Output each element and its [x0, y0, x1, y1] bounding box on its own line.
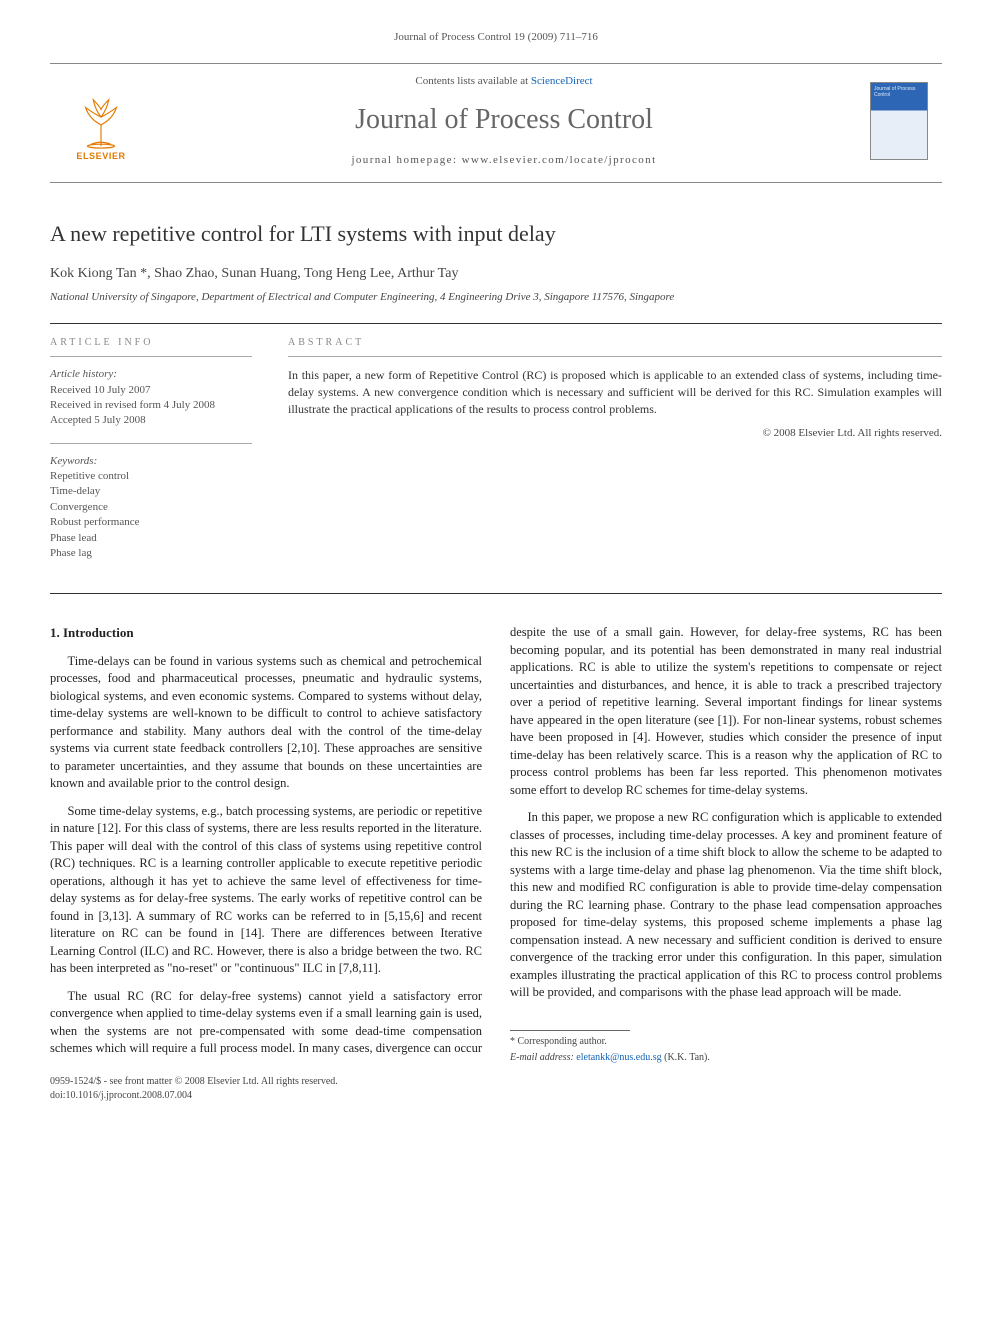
section-heading-introduction: 1. Introduction — [50, 624, 482, 642]
front-matter-line: 0959-1524/$ - see front matter © 2008 El… — [50, 1075, 942, 1089]
email-person: (K.K. Tan). — [664, 1052, 710, 1063]
corresponding-email-link[interactable]: eletankk@nus.edu.sg — [576, 1052, 661, 1063]
publisher-label: ELSEVIER — [76, 150, 125, 163]
body-paragraph: Some time-delay systems, e.g., batch pro… — [50, 803, 482, 978]
journal-cover-thumbnail: Journal of Process Control — [870, 82, 928, 160]
footnote-rule — [510, 1030, 630, 1031]
article-history-block: Article history: Received 10 July 2007 R… — [50, 367, 252, 429]
history-line: Received 10 July 2007 — [50, 383, 252, 398]
doi-line: doi:10.1016/j.jprocont.2008.07.004 — [50, 1089, 942, 1103]
history-line: Received in revised form 4 July 2008 — [50, 398, 252, 413]
article-info-heading: article info — [50, 336, 252, 357]
abstract-column: abstract In this paper, a new form of Re… — [270, 324, 942, 593]
elsevier-logo: ELSEVIER — [64, 80, 138, 162]
abstract-heading: abstract — [288, 336, 942, 357]
contents-prefix: Contents lists available at — [415, 75, 530, 87]
masthead: ELSEVIER Contents lists available at Sci… — [50, 63, 942, 183]
keyword-item: Time-delay — [50, 484, 252, 499]
info-abstract-block: article info Article history: Received 1… — [50, 323, 942, 594]
contents-available-line: Contents lists available at ScienceDirec… — [156, 74, 852, 89]
sciencedirect-link[interactable]: ScienceDirect — [531, 75, 593, 87]
homepage-url: www.elsevier.com/locate/jprocont — [462, 154, 657, 166]
corresponding-author-email-line: E-mail address: eletankk@nus.edu.sg (K.K… — [510, 1051, 942, 1065]
history-label: Article history: — [50, 367, 252, 382]
journal-name: Journal of Process Control — [156, 100, 852, 139]
article-info-column: article info Article history: Received 1… — [50, 324, 270, 593]
masthead-center: Contents lists available at ScienceDirec… — [156, 74, 852, 168]
keyword-item: Convergence — [50, 500, 252, 515]
copyright-line: © 2008 Elsevier Ltd. All rights reserved… — [288, 426, 942, 441]
history-line: Accepted 5 July 2008 — [50, 413, 252, 428]
keyword-item: Repetitive control — [50, 469, 252, 484]
doi-block: 0959-1524/$ - see front matter © 2008 El… — [50, 1075, 942, 1103]
body-paragraph: Time-delays can be found in various syst… — [50, 653, 482, 793]
affiliation-line: National University of Singapore, Depart… — [50, 290, 942, 305]
authors-line: Kok Kiong Tan *, Shao Zhao, Sunan Huang,… — [50, 264, 942, 284]
keyword-item: Phase lag — [50, 546, 252, 561]
running-header: Journal of Process Control 19 (2009) 711… — [50, 30, 942, 45]
keywords-label: Keywords: — [50, 454, 252, 469]
homepage-prefix: journal homepage: — [351, 154, 461, 166]
corresponding-author-label: * Corresponding author. — [510, 1035, 942, 1049]
keyword-item: Robust performance — [50, 515, 252, 530]
journal-cover-text: Journal of Process Control — [874, 86, 915, 98]
abstract-text: In this paper, a new form of Repetitive … — [288, 367, 942, 417]
body-columns: 1. Introduction Time-delays can be found… — [50, 624, 942, 1065]
email-label: E-mail address: — [510, 1052, 574, 1063]
keywords-block: Keywords: Repetitive control Time-delay … — [50, 443, 252, 562]
keyword-item: Phase lead — [50, 531, 252, 546]
corresponding-author-block: * Corresponding author. E-mail address: … — [510, 1030, 942, 1065]
article-title: A new repetitive control for LTI systems… — [50, 219, 942, 250]
body-paragraph: In this paper, we propose a new RC confi… — [510, 809, 942, 1002]
homepage-line: journal homepage: www.elsevier.com/locat… — [156, 153, 852, 168]
elsevier-tree-icon — [72, 92, 130, 150]
